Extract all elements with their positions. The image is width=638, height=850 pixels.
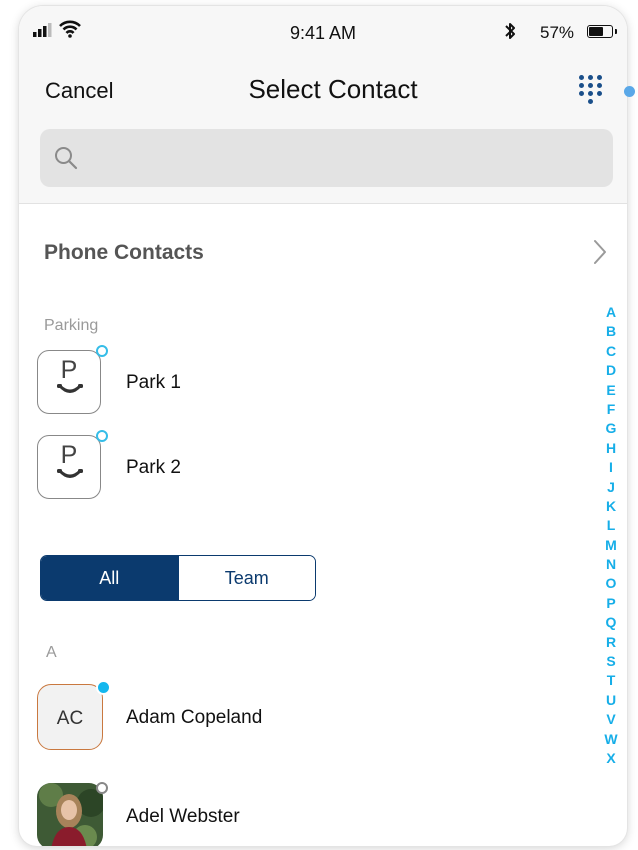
parking-section-header: Parking [44, 317, 99, 334]
alphabet-index[interactable]: A B C D E F G H I J K L M N O P Q R S T … [602, 303, 620, 768]
alphabet-index-letter[interactable]: C [602, 342, 620, 361]
segment-all[interactable]: All [41, 556, 178, 600]
list-item-contact[interactable]: AC Adam Copeland [19, 680, 579, 752]
alphabet-index-letter[interactable]: V [602, 710, 620, 729]
search-icon [55, 147, 78, 170]
list-item-park-2[interactable]: P Park 2 [19, 430, 579, 501]
header-area: 9:41 AM 57% Cancel Select Contact [19, 6, 627, 204]
battery-percent: 57% [540, 23, 575, 42]
alphabet-index-letter[interactable]: O [602, 574, 620, 593]
alphabet-index-letter[interactable]: W [602, 730, 620, 749]
phone-contacts-row[interactable]: Phone Contacts [19, 224, 627, 276]
avatar [37, 783, 103, 846]
alphabet-index-letter[interactable]: A [602, 303, 620, 322]
app-screen: 9:41 AM 57% Cancel Select Contact Phone … [19, 6, 627, 846]
alphabet-index-letter[interactable]: M [602, 536, 620, 555]
alphabet-index-letter[interactable]: L [602, 516, 620, 535]
presence-indicator [96, 782, 108, 794]
alphabet-index-letter[interactable]: P [602, 594, 620, 613]
dialpad-icon[interactable] [577, 72, 607, 108]
presence-indicator [96, 345, 108, 357]
alphabet-index-letter[interactable]: I [602, 458, 620, 477]
contact-filter-segment[interactable]: All Team [40, 555, 316, 601]
list-item-park-1[interactable]: P Park 1 [19, 345, 579, 416]
status-bar: 9:41 AM 57% [19, 6, 627, 54]
status-time: 9:41 AM [289, 23, 357, 43]
park-name: Park 1 [126, 372, 181, 393]
alphabet-index-letter[interactable]: D [602, 361, 620, 380]
search-bar[interactable] [40, 129, 613, 189]
alphabet-index-letter[interactable]: J [602, 478, 620, 497]
alphabet-index-letter[interactable]: K [602, 497, 620, 516]
alphabet-index-letter[interactable]: H [602, 439, 620, 458]
search-input[interactable] [88, 129, 602, 189]
contact-name: Adel Webster [126, 806, 240, 827]
parking-phone-icon: P [37, 435, 101, 499]
presence-indicator [96, 680, 111, 695]
alphabet-index-letter[interactable]: U [602, 691, 620, 710]
indicator-dot [624, 86, 635, 97]
alphabet-index-letter[interactable]: F [602, 400, 620, 419]
avatar: AC [37, 684, 103, 750]
alphabet-index-letter[interactable]: Q [602, 613, 620, 632]
alphabet-index-letter[interactable]: E [602, 381, 620, 400]
alphabet-index-letter[interactable]: B [602, 322, 620, 341]
page-title: Select Contact [248, 74, 418, 104]
park-name: Park 2 [126, 457, 181, 478]
list-item-contact[interactable]: Adel Webster [19, 781, 579, 846]
phone-contacts-label: Phone Contacts [44, 241, 204, 264]
alphabet-index-letter[interactable]: G [602, 419, 620, 438]
alphabet-index-letter[interactable]: X [602, 749, 620, 768]
chevron-right-icon [594, 240, 606, 264]
contacts-section-header: A [46, 644, 57, 661]
bluetooth-icon [505, 23, 515, 39]
alphabet-index-letter[interactable]: N [602, 555, 620, 574]
battery-icon [587, 25, 617, 38]
presence-indicator [96, 430, 108, 442]
segment-team[interactable]: Team [177, 556, 315, 600]
alphabet-index-letter[interactable]: T [602, 671, 620, 690]
alphabet-index-letter[interactable]: S [602, 652, 620, 671]
alphabet-index-letter[interactable]: R [602, 633, 620, 652]
parking-phone-icon: P [37, 350, 101, 414]
contact-name: Adam Copeland [126, 707, 263, 728]
